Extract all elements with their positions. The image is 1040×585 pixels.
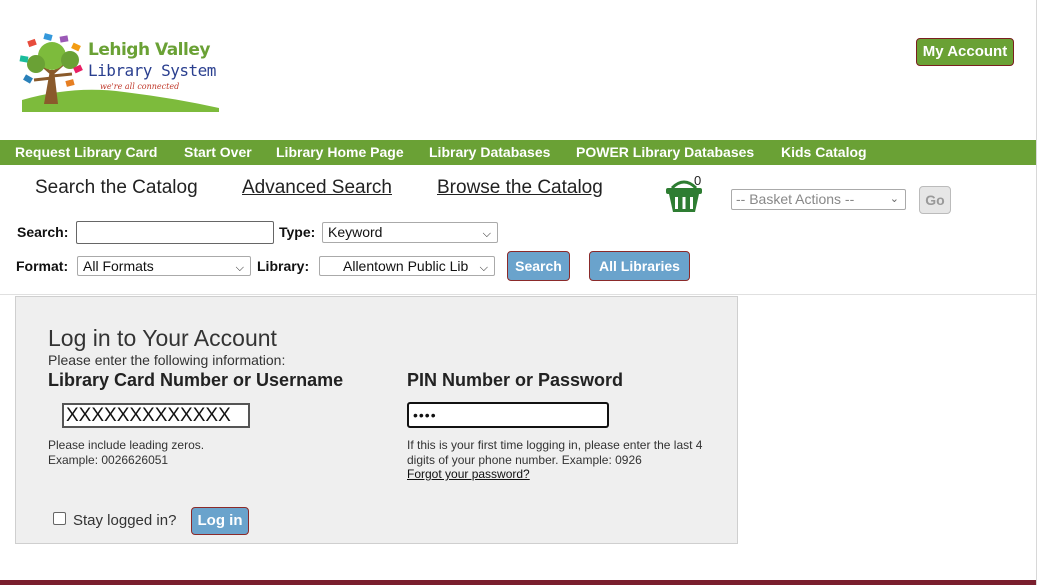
pin-help-line-2: digits of your phone number. Example: 09…: [407, 453, 642, 467]
login-subtitle: Please enter the following information:: [48, 352, 286, 368]
nav-request-library-card[interactable]: Request Library Card: [15, 140, 157, 165]
basket-count: 0: [694, 173, 702, 188]
search-label: Search:: [17, 224, 69, 240]
chevron-down-icon: ⌵: [479, 262, 488, 274]
login-title: Log in to Your Account: [48, 325, 277, 351]
login-button[interactable]: Log in: [191, 507, 249, 535]
library-logo[interactable]: Lehigh Valley Library System we're all c…: [14, 30, 224, 112]
chevron-down-icon: ⌵: [482, 228, 491, 240]
format-select-value: All Formats: [83, 258, 154, 274]
tab-browse-catalog[interactable]: Browse the Catalog: [437, 177, 603, 199]
forgot-password-link[interactable]: Forgot your password?: [407, 467, 530, 481]
nav-start-over[interactable]: Start Over: [184, 140, 252, 165]
all-libraries-button[interactable]: All Libraries: [589, 251, 690, 281]
pin-input[interactable]: ••••: [407, 402, 609, 428]
tab-search-catalog[interactable]: Search the Catalog: [35, 177, 198, 199]
nav-library-databases[interactable]: Library Databases: [429, 140, 550, 165]
header: Lehigh Valley Library System we're all c…: [0, 0, 1040, 140]
type-label: Type:: [279, 224, 316, 240]
basket-actions-select[interactable]: -- Basket Actions -- ⌄: [731, 189, 906, 210]
pin-help-text: If this is your first time logging in, p…: [407, 438, 702, 468]
nav-kids-catalog[interactable]: Kids Catalog: [781, 140, 867, 165]
type-select[interactable]: Keyword ⌵: [322, 222, 498, 243]
chevron-down-icon: ⌵: [235, 262, 244, 274]
card-help-text: Please include leading zeros. Example: 0…: [48, 438, 204, 468]
stay-logged-in-label[interactable]: Stay logged in?: [73, 512, 176, 529]
footer-bar: [0, 580, 1036, 585]
basket-go-button[interactable]: Go: [919, 186, 951, 214]
window-edge: [1036, 0, 1037, 585]
logo-subtitle: Library System: [88, 61, 216, 80]
card-number-input[interactable]: XXXXXXXXXXXXX: [62, 403, 250, 428]
nav-library-home-page[interactable]: Library Home Page: [276, 140, 404, 165]
logo-tagline: we're all connected: [100, 82, 180, 91]
card-help-line-2: Example: 0026626051: [48, 453, 169, 467]
basket-actions-value: -- Basket Actions --: [736, 191, 855, 207]
type-select-value: Keyword: [328, 224, 383, 240]
divider: [0, 294, 1036, 295]
library-select-value: Allentown Public Lib: [343, 258, 469, 274]
search-button[interactable]: Search: [507, 251, 570, 281]
search-input[interactable]: [76, 221, 274, 244]
pin-help-line-1: If this is your first time logging in, p…: [407, 438, 703, 452]
format-select[interactable]: All Formats ⌵: [77, 256, 251, 276]
pin-label: PIN Number or Password: [407, 370, 624, 390]
stay-logged-in-checkbox[interactable]: [53, 512, 66, 525]
format-label: Format:: [16, 258, 69, 274]
tab-advanced-search[interactable]: Advanced Search: [242, 177, 392, 199]
nav-power-library-databases[interactable]: POWER Library Databases: [576, 140, 754, 165]
login-panel: Log in to Your Account Please enter the …: [15, 296, 738, 544]
my-account-button[interactable]: My Account: [916, 38, 1014, 66]
card-help-line-1: Please include leading zeros.: [48, 438, 205, 452]
main-nav: Request Library Card Start Over Library …: [0, 140, 1036, 165]
chevron-down-icon: ⌄: [889, 193, 899, 205]
card-number-label: Library Card Number or Username: [48, 370, 344, 390]
library-label: Library:: [257, 258, 310, 274]
logo-title: Lehigh Valley: [88, 40, 210, 60]
library-select[interactable]: Allentown Public Lib ⌵: [319, 256, 495, 276]
